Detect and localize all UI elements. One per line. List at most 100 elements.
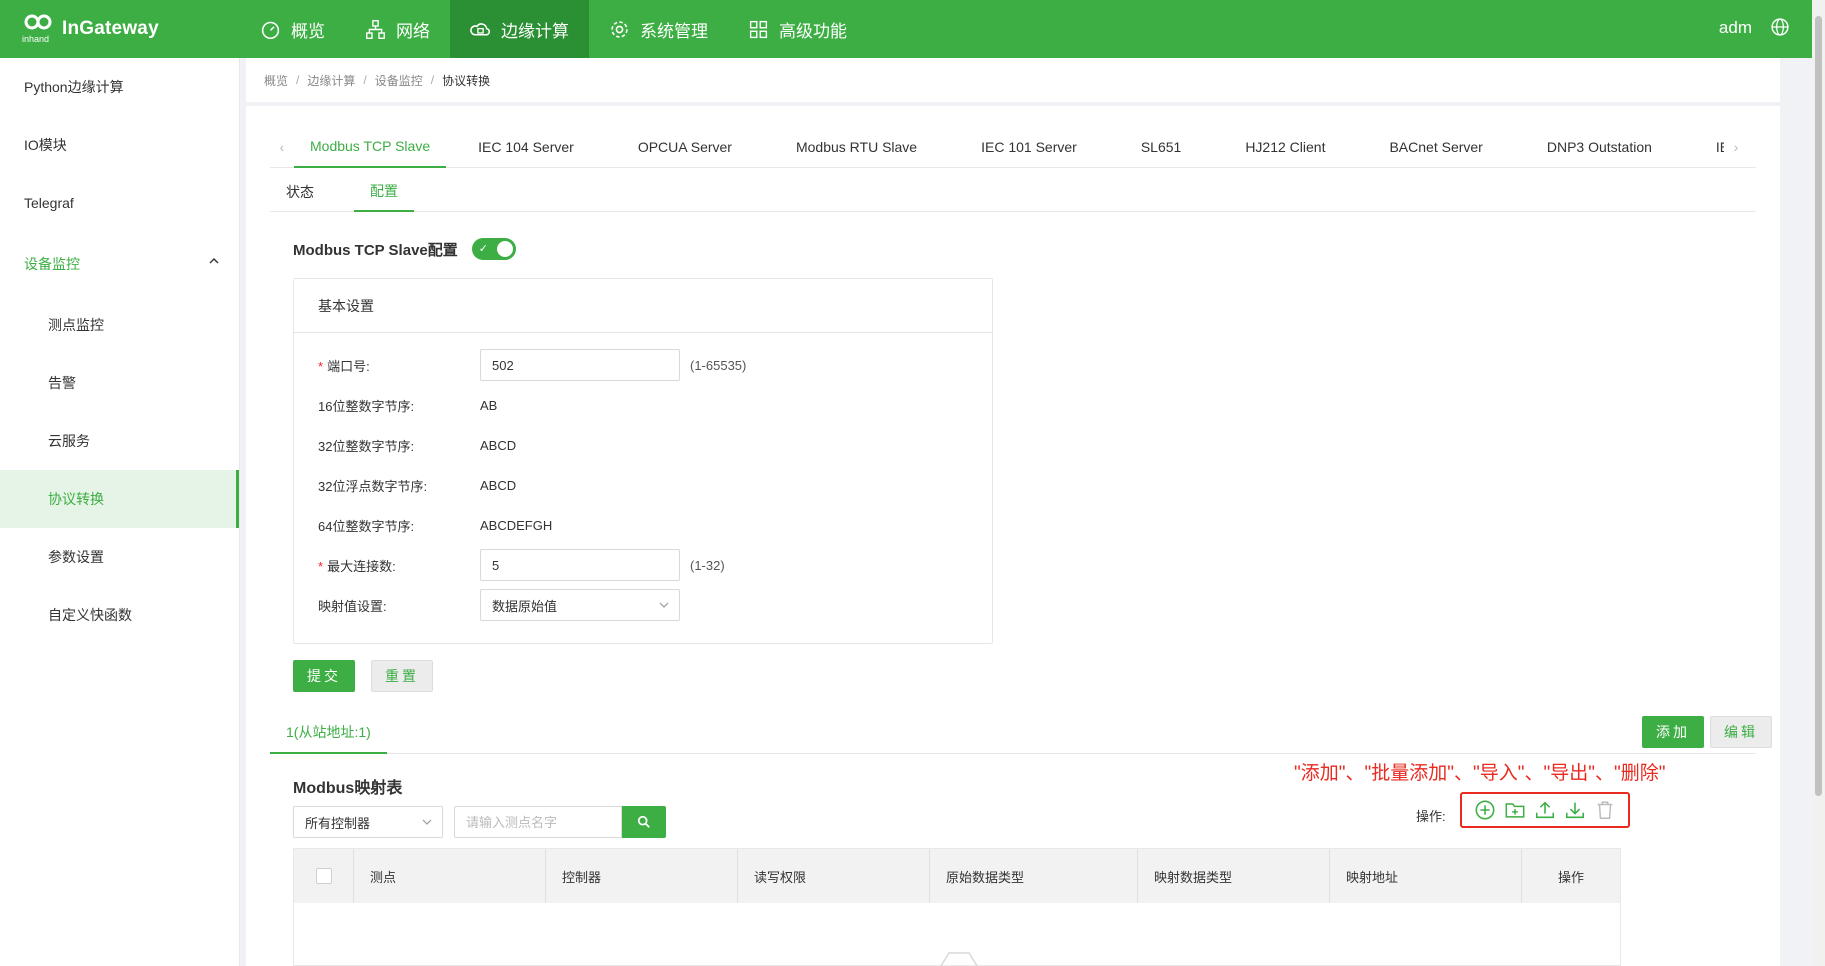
top-nav-bar: inhand InGateway 概览 网络 边缘计算 系统管理 高级功能 ad…: [0, 0, 1812, 58]
nav-label: 高级功能: [779, 21, 847, 41]
add-circle-icon[interactable]: [1474, 799, 1496, 821]
sidebar-item-cloud-service[interactable]: 云服务: [0, 412, 239, 470]
nav-label: 边缘计算: [501, 21, 569, 41]
add-slave-button[interactable]: 添加: [1642, 716, 1704, 748]
sidebar-item-protocol-conversion[interactable]: 协议转换: [0, 470, 239, 528]
tab-modbus-tcp-slave[interactable]: Modbus TCP Slave: [294, 126, 447, 168]
nav-label: 网络: [396, 21, 430, 41]
config-header: Modbus TCP Slave配置 ✓: [293, 238, 516, 260]
card-title: 基本设置: [294, 279, 992, 333]
sidebar-item-alarm[interactable]: 告警: [0, 354, 239, 412]
inhand-logo-icon: inhand: [22, 14, 52, 44]
sidebar-item-label: Telegraf: [24, 195, 74, 211]
nav-edge-computing[interactable]: 边缘计算: [450, 0, 589, 58]
tab-modbus-rtu-slave[interactable]: Modbus RTU Slave: [764, 126, 949, 168]
reset-button[interactable]: 重置: [371, 660, 433, 692]
float32-row: 32位浮点数字节序: ABCD: [318, 469, 516, 501]
mapping-value-select[interactable]: 数据原始值: [480, 589, 680, 621]
column-header: 控制器: [546, 849, 738, 903]
tabs-next-arrow[interactable]: ›: [1724, 126, 1748, 168]
export-download-icon[interactable]: [1564, 799, 1586, 821]
config-title: Modbus TCP Slave配置: [293, 241, 458, 259]
tab-bacnet-server[interactable]: BACnet Server: [1357, 126, 1514, 168]
sidebar-item-label: 参数设置: [48, 549, 104, 565]
select-all-checkbox[interactable]: [315, 868, 332, 884]
field-label: 映射值设置:: [318, 598, 387, 614]
column-header: 操作: [1557, 869, 1584, 885]
field-label: 32位浮点数字节序:: [318, 478, 428, 494]
controller-filter-select[interactable]: 所有控制器: [293, 806, 443, 838]
required-mark: *: [318, 358, 324, 374]
sidebar-item-label: 测点监控: [48, 317, 104, 333]
sidebar-item-telegraf[interactable]: Telegraf: [0, 174, 239, 232]
batch-add-folder-icon[interactable]: [1504, 799, 1526, 821]
operations-toolbar: [1460, 792, 1630, 828]
sidebar-item-parameter-settings[interactable]: 参数设置: [0, 528, 239, 586]
search-icon: [637, 815, 650, 828]
nav-system[interactable]: 系统管理: [589, 0, 728, 58]
edit-slave-button[interactable]: 编辑: [1710, 716, 1772, 748]
int32-row: 32位整数字节序: ABCD: [318, 429, 516, 461]
import-upload-icon[interactable]: [1534, 799, 1556, 821]
search-input[interactable]: [454, 806, 622, 838]
sidebar-item-io[interactable]: IO模块: [0, 116, 239, 174]
mapping-value-row: 映射值设置: 数据原始值: [318, 589, 680, 621]
operations-label: 操作:: [1416, 809, 1446, 824]
int16-row: 16位整数字节序: AB: [318, 389, 497, 421]
column-header: 读写权限: [738, 849, 930, 903]
select-all-cell: [294, 849, 354, 903]
page-scrollbar[interactable]: [1812, 0, 1825, 966]
tab-opcua-server[interactable]: OPCUA Server: [606, 126, 764, 168]
chevron-down-icon: [659, 602, 669, 608]
column-header: 映射数据类型: [1138, 849, 1330, 903]
tab-iec104-server[interactable]: IEC 104 Server: [446, 126, 606, 168]
breadcrumb-item[interactable]: 边缘计算: [307, 72, 355, 89]
int16-value: AB: [480, 397, 498, 413]
port-hint: (1-65535): [690, 357, 747, 373]
column-header: 测点: [354, 849, 546, 903]
int64-row: 64位整数字节序: ABCDEFGH: [318, 509, 552, 541]
tab-iec61850[interactable]: IEC 6185: [1684, 126, 1724, 168]
sidebar-item-label: 自定义快函数: [48, 607, 132, 623]
max-connections-input[interactable]: 5: [480, 549, 680, 581]
sidebar-item-custom-function[interactable]: 自定义快函数: [0, 586, 239, 644]
tab-hj212-client[interactable]: HJ212 Client: [1213, 126, 1357, 168]
int32-value: ABCD: [480, 437, 517, 453]
basic-settings-card: 基本设置 * 端口号: 502 (1-65535) 16位整数字节序: AB 32…: [293, 278, 993, 644]
check-icon: ✓: [478, 243, 488, 255]
logo[interactable]: inhand InGateway: [22, 12, 159, 46]
scrollbar-thumb[interactable]: [1815, 16, 1822, 796]
tab-slave-1[interactable]: 1(从站地址:1): [270, 712, 387, 754]
sidebar-item-device-monitor[interactable]: 设备监控: [0, 232, 239, 296]
sidebar-item-label: 协议转换: [48, 491, 104, 507]
tab-status[interactable]: 状态: [270, 172, 330, 212]
nav-label: 概览: [291, 21, 325, 41]
sidebar-item-label: Python边缘计算: [24, 79, 124, 95]
tab-dnp3-outstation[interactable]: DNP3 Outstation: [1515, 126, 1684, 168]
breadcrumb-item[interactable]: 设备监控: [375, 72, 423, 89]
required-mark: *: [318, 558, 324, 574]
enable-toggle[interactable]: ✓: [471, 238, 516, 260]
user-menu[interactable]: adm: [1719, 18, 1752, 38]
submit-button[interactable]: 提交: [293, 660, 355, 692]
nav-overview[interactable]: 概览: [240, 0, 345, 58]
port-input[interactable]: 502: [480, 349, 680, 381]
globe-icon[interactable]: [1770, 17, 1790, 37]
tabs-prev-arrow[interactable]: ‹: [270, 126, 294, 168]
nav-advanced[interactable]: 高级功能: [728, 0, 867, 58]
sidebar-item-python[interactable]: Python边缘计算: [0, 58, 239, 116]
tab-iec101-server[interactable]: IEC 101 Server: [949, 126, 1109, 168]
tab-config[interactable]: 配置: [354, 172, 414, 212]
sidebar-item-point-monitor[interactable]: 测点监控: [0, 296, 239, 354]
tab-sl651[interactable]: SL651: [1109, 126, 1213, 168]
breadcrumb-item[interactable]: 概览: [264, 72, 288, 89]
delete-trash-icon[interactable]: [1594, 799, 1616, 821]
chevron-up-icon: [209, 258, 219, 264]
gear-icon: [611, 20, 628, 38]
select-value: 所有控制器: [305, 815, 371, 831]
search-button[interactable]: [622, 806, 666, 838]
nav-network[interactable]: 网络: [345, 0, 450, 58]
breadcrumb: 概览 / 边缘计算 / 设备监控 / 协议转换: [246, 58, 1780, 102]
float32-value: ABCD: [480, 477, 517, 493]
main-panel: ‹ Modbus TCP Slave IEC 104 Server OPCUA …: [246, 106, 1780, 966]
